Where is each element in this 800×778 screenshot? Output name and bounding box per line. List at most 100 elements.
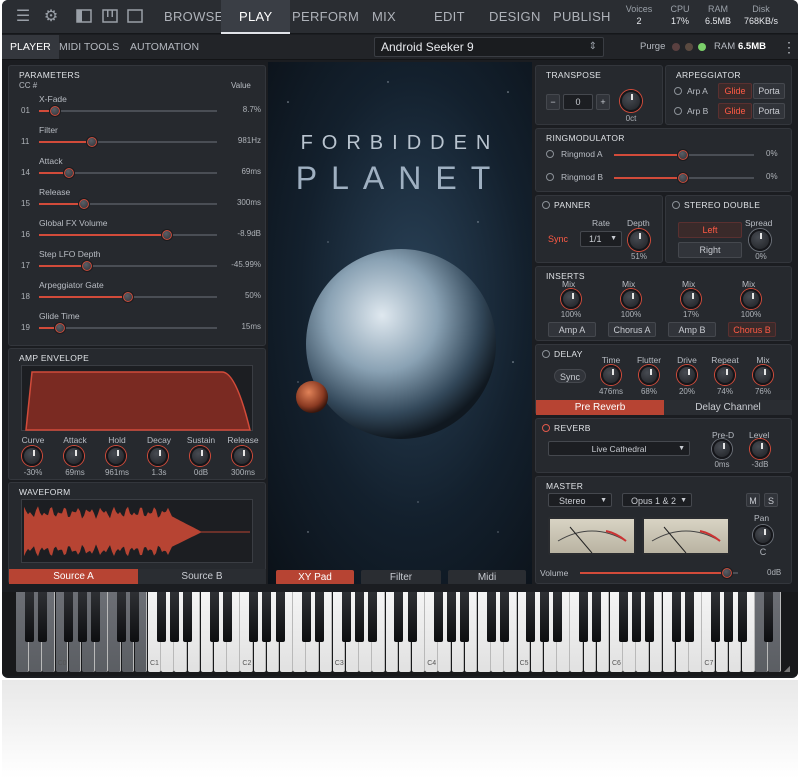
black-key[interactable] (341, 592, 351, 642)
black-key[interactable] (394, 592, 404, 642)
black-key[interactable] (684, 592, 694, 642)
black-key[interactable] (301, 592, 311, 642)
tab-player[interactable]: PLAYER (2, 35, 59, 59)
resize-grip-icon[interactable]: ◢ (784, 664, 790, 673)
black-key[interactable] (262, 592, 272, 642)
gear-icon[interactable]: ⚙ (42, 8, 60, 26)
black-key[interactable] (460, 592, 470, 642)
tab-play[interactable]: PLAY (221, 0, 291, 34)
tab-perform[interactable]: PERFORM (292, 0, 359, 34)
more-icon[interactable]: ⋮ (782, 35, 796, 59)
param-slider-handle[interactable] (86, 136, 98, 148)
black-key[interactable] (433, 592, 443, 642)
panner-power-icon[interactable] (542, 201, 550, 209)
tab-publish[interactable]: PUBLISH (553, 0, 611, 34)
preset-selector[interactable]: Android Seeker 9 ⇕ (374, 37, 604, 57)
black-key[interactable] (526, 592, 536, 642)
black-key[interactable] (486, 592, 496, 642)
tab-edit[interactable]: EDIT (434, 0, 465, 34)
panner-sync-button[interactable]: Sync (544, 232, 572, 246)
reverb-level-knob[interactable] (750, 439, 770, 459)
tab-mix[interactable]: MIX (372, 0, 396, 34)
tab-midi[interactable]: Midi (448, 570, 526, 584)
black-key[interactable] (222, 592, 232, 642)
window-icon[interactable] (126, 8, 144, 26)
black-key[interactable] (130, 592, 140, 642)
arp-a-power-icon[interactable] (674, 87, 682, 95)
insert-mix-knob[interactable] (561, 289, 581, 309)
black-key[interactable] (447, 592, 457, 642)
black-key[interactable] (156, 592, 166, 642)
tab-filter[interactable]: Filter (361, 570, 441, 584)
black-key[interactable] (592, 592, 602, 642)
ringmod-b-power-icon[interactable] (546, 173, 554, 181)
arp-b-power-icon[interactable] (674, 107, 682, 115)
mute-button[interactable]: M (746, 493, 760, 507)
insert-mix-knob[interactable] (621, 289, 641, 309)
ringmod-a-power-icon[interactable] (546, 150, 554, 158)
param-slider-handle[interactable] (54, 322, 66, 334)
black-key[interactable] (24, 592, 34, 642)
octave-knob[interactable] (620, 90, 642, 112)
insert-mix-knob[interactable] (741, 289, 761, 309)
insert-mix-knob[interactable] (681, 289, 701, 309)
black-key[interactable] (645, 592, 655, 642)
rate-dropdown[interactable]: 1/1 ▼ (580, 231, 622, 247)
tab-design[interactable]: DESIGN (489, 0, 541, 34)
black-key[interactable] (275, 592, 285, 642)
delay-power-icon[interactable] (542, 350, 550, 358)
updown-icon[interactable]: ⇕ (589, 38, 597, 56)
param-slider-handle[interactable] (122, 291, 134, 303)
black-key[interactable] (169, 592, 179, 642)
purge-dot-2[interactable] (685, 43, 693, 51)
piano-icon[interactable] (101, 8, 119, 26)
black-key[interactable] (90, 592, 100, 642)
insert-slot-button[interactable]: Chorus A (608, 322, 656, 337)
solo-button[interactable]: S (764, 493, 778, 507)
black-key[interactable] (552, 592, 562, 642)
pre-delay-knob[interactable] (712, 439, 732, 459)
reverb-preset-dropdown[interactable]: Live Cathedral ▼ (548, 441, 690, 456)
right-button[interactable]: Right (678, 242, 742, 258)
param-slider-handle[interactable] (78, 198, 90, 210)
black-key[interactable] (354, 592, 364, 642)
ringmod-a-handle[interactable] (677, 149, 689, 161)
black-key[interactable] (671, 592, 681, 642)
arp-b-glide-button[interactable]: Glide (718, 103, 752, 119)
black-key[interactable] (64, 592, 74, 642)
arp-b-porta-button[interactable]: Porta (753, 103, 785, 119)
black-key[interactable] (183, 592, 193, 642)
black-key[interactable] (37, 592, 47, 642)
param-slider-handle[interactable] (49, 105, 61, 117)
param-slider-handle[interactable] (161, 229, 173, 241)
black-key[interactable] (539, 592, 549, 642)
tab-automation[interactable]: AUTOMATION (130, 35, 199, 59)
black-key[interactable] (579, 592, 589, 642)
delay-sync-button[interactable]: Sync (554, 369, 586, 383)
black-key[interactable] (367, 592, 377, 642)
env-knob[interactable] (106, 446, 126, 466)
purge-dot-1[interactable] (672, 43, 680, 51)
delay-knob[interactable] (753, 365, 773, 385)
black-key[interactable] (209, 592, 219, 642)
black-key[interactable] (499, 592, 509, 642)
transpose-plus-button[interactable]: + (596, 94, 610, 110)
param-slider-handle[interactable] (63, 167, 75, 179)
param-slider-track[interactable] (39, 110, 217, 112)
black-key[interactable] (631, 592, 641, 642)
env-knob[interactable] (190, 446, 210, 466)
stereo-double-power-icon[interactable] (672, 201, 680, 209)
black-key[interactable] (117, 592, 127, 642)
sidebar-icon[interactable] (75, 8, 93, 26)
delay-knob[interactable] (639, 365, 659, 385)
black-key[interactable] (315, 592, 325, 642)
depth-knob[interactable] (628, 229, 650, 251)
insert-slot-button[interactable]: Chorus B (728, 322, 776, 337)
delay-knob[interactable] (601, 365, 621, 385)
black-key[interactable] (249, 592, 259, 642)
left-button[interactable]: Left (678, 222, 742, 238)
tab-xy-pad[interactable]: XY Pad (276, 570, 354, 584)
waveform-display[interactable] (21, 499, 253, 563)
param-slider-handle[interactable] (81, 260, 93, 272)
arp-a-glide-button[interactable]: Glide (718, 83, 752, 99)
